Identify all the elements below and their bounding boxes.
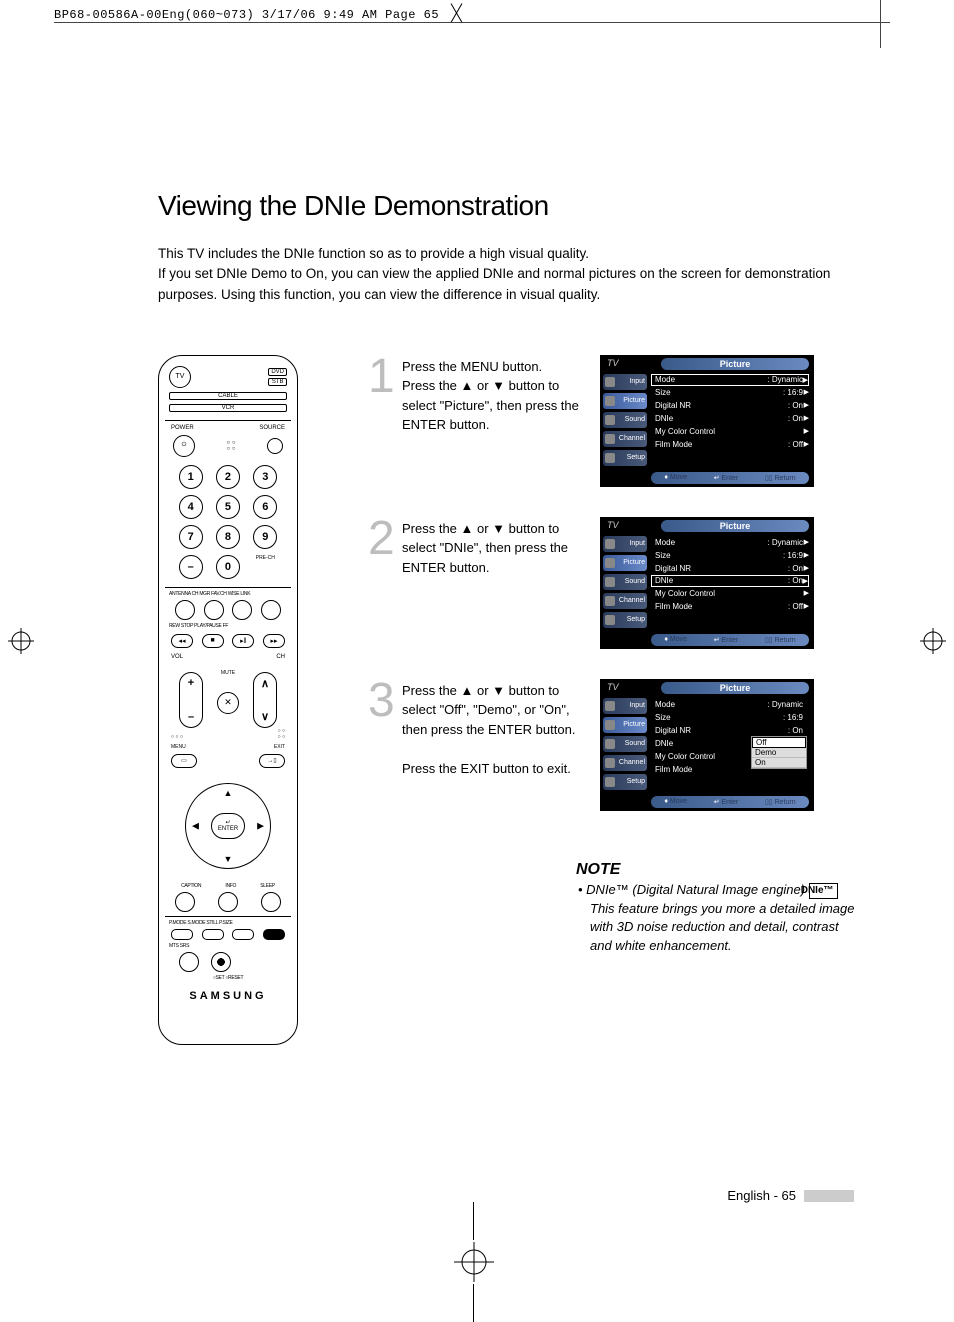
osd-screenshot-3: TV Picture Input Picture Sound Channel S… xyxy=(600,679,814,811)
power-icon: ⏻ xyxy=(173,435,195,457)
registration-mark-icon xyxy=(920,628,946,659)
remote-dpad: ▲▼◀▶ ↵ENTER xyxy=(165,776,291,876)
remote-numpad: 123 456 789 0PRE-CH xyxy=(165,459,291,585)
osd-popup: Off Demo On xyxy=(751,736,807,769)
print-slug: BP68-00586A-00Eng(060~073) 3/17/06 9:49 … xyxy=(54,8,439,22)
trim-line xyxy=(880,0,881,48)
registration-mark-icon xyxy=(454,1242,494,1287)
step-1: 1 Press the MENU button. Press the ▲ or … xyxy=(368,355,858,487)
trim-line xyxy=(54,22,890,23)
dnie-logo-icon: DNIe™ xyxy=(809,883,838,900)
note-section: NOTE • DNIe™ (Digital Natural Image engi… xyxy=(576,861,858,956)
page-title: Viewing the DNIe Demonstration xyxy=(158,190,858,222)
step-2: 2 Press the ▲ or ▼ button to select "DNI… xyxy=(368,517,858,649)
osd-screenshot-2: TV Picture Input Picture Sound Channel S… xyxy=(600,517,814,649)
mute-icon: ✕ xyxy=(217,692,239,714)
remote-illustration: TV DVDSTB CABLEVCR POWERSOURCE ⏻ ○ ○○ ○ … xyxy=(158,355,298,1045)
intro-text: This TV includes the DNIe function so as… xyxy=(158,244,838,305)
source-button xyxy=(267,438,283,454)
step-3: 3 Press the ▲ or ▼ button to select "Off… xyxy=(368,679,858,811)
channel-rocker: ∧∨ xyxy=(253,672,277,728)
remote-tv-button: TV xyxy=(169,366,191,388)
brand-logo: SAMSUNG xyxy=(165,990,291,1002)
page-footer: English - 65 xyxy=(727,1188,854,1203)
osd-screenshot-1: TV Picture Input Picture Sound Channel S… xyxy=(600,355,814,487)
volume-rocker: +– xyxy=(179,672,203,728)
registration-mark-icon xyxy=(8,628,34,659)
